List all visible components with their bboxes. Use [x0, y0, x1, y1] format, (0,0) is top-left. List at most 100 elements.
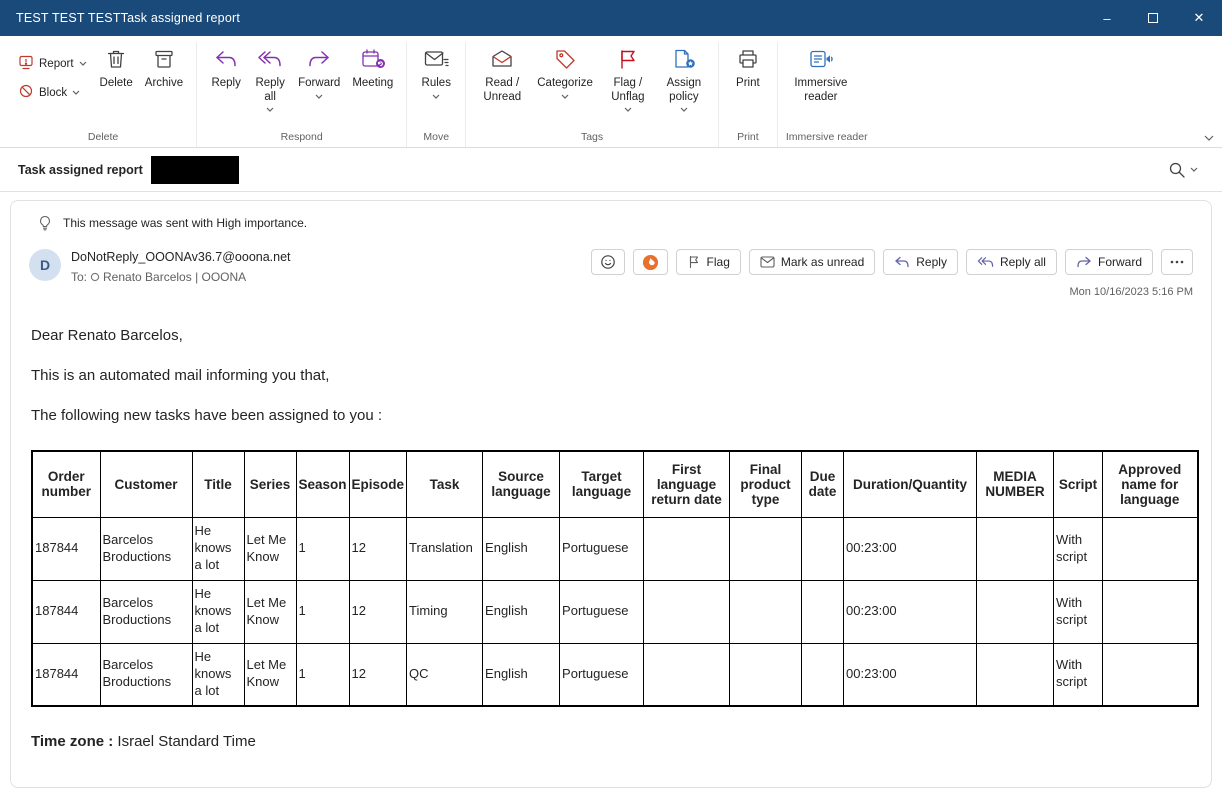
delete-icon: [104, 47, 128, 74]
ribbon-group-print: Print Print: [719, 42, 778, 147]
table-cell: QC: [407, 643, 483, 706]
reply-all-icon: [257, 47, 283, 74]
ribbon-group-tags: Read / Unread Categorize Flag / Unflag A…: [466, 42, 719, 147]
more-options-button[interactable]: [1161, 249, 1193, 275]
column-header: MEDIA NUMBER: [977, 451, 1054, 517]
table-header-row: Order numberCustomerTitleSeriesSeasonEpi…: [32, 451, 1198, 517]
table-cell: With script: [1054, 580, 1103, 643]
block-button[interactable]: Block: [18, 83, 87, 102]
table-cell: 00:23:00: [844, 517, 977, 580]
task-table: Order numberCustomerTitleSeriesSeasonEpi…: [31, 450, 1199, 707]
maximize-icon: [1148, 13, 1158, 23]
flag-message-button[interactable]: Flag: [676, 249, 741, 275]
subject-bar: Task assigned report: [0, 148, 1222, 192]
minimize-button[interactable]: –: [1084, 0, 1130, 36]
reply-all-button[interactable]: Reply all: [249, 42, 291, 114]
chevron-down-icon: [266, 107, 274, 112]
reply-all-label: Reply all: [1000, 255, 1046, 269]
table-cell: Portuguese: [560, 580, 644, 643]
read-unread-button[interactable]: Read / Unread: [474, 42, 530, 106]
forward-icon: [1076, 255, 1092, 269]
ribbon-group-move: Rules Move: [407, 42, 466, 147]
report-button[interactable]: Report: [18, 54, 87, 73]
table-cell: English: [483, 517, 560, 580]
magnifier-icon: [1168, 161, 1186, 179]
report-label: Report: [39, 58, 74, 70]
archive-button[interactable]: Archive: [140, 42, 188, 93]
sender-row: D DoNotReply_OOONAv36.7@ooona.net To: Re…: [29, 249, 1193, 298]
flag-icon: [616, 47, 640, 74]
reply-icon: [894, 255, 910, 269]
table-cell: [977, 580, 1054, 643]
column-header: Target language: [560, 451, 644, 517]
flag-unflag-button[interactable]: Flag / Unflag: [600, 42, 656, 114]
table-cell: [802, 517, 844, 580]
close-button[interactable]: ✕: [1176, 0, 1222, 36]
table-cell: With script: [1054, 517, 1103, 580]
table-body: 187844Barcelos BroductionsHe knows a lot…: [32, 517, 1198, 706]
immersive-reader-button[interactable]: Immersive reader: [786, 42, 856, 106]
reply-all-message-button[interactable]: Reply all: [966, 249, 1057, 275]
sender-address[interactable]: DoNotReply_OOONAv36.7@ooona.net: [71, 250, 291, 264]
recipient-name[interactable]: Renato Barcelos | OOONA: [103, 270, 246, 284]
chevron-down-icon: [315, 94, 323, 99]
zoom-button[interactable]: [1162, 157, 1204, 183]
group-label-move: Move: [415, 128, 457, 147]
column-header: Task: [407, 451, 483, 517]
categorize-button[interactable]: Categorize: [532, 42, 598, 101]
table-cell: 00:23:00: [844, 643, 977, 706]
reply-message-button[interactable]: Reply: [883, 249, 958, 275]
table-row: 187844Barcelos BroductionsHe knows a lot…: [32, 517, 1198, 580]
mark-unread-button[interactable]: Mark as unread: [749, 249, 875, 275]
emoji-reaction-button[interactable]: [591, 249, 625, 275]
print-button[interactable]: Print: [727, 42, 769, 93]
table-cell: [977, 517, 1054, 580]
column-header: Source language: [483, 451, 560, 517]
chevron-down-icon: [1190, 167, 1198, 172]
reply-all-icon: [977, 255, 994, 269]
avatar[interactable]: D: [29, 249, 61, 281]
meeting-label: Meeting: [352, 77, 393, 91]
table-row: 187844Barcelos BroductionsHe knows a lot…: [32, 643, 1198, 706]
group-label-print: Print: [727, 128, 769, 147]
to-label: To:: [71, 270, 87, 284]
chevron-down-icon: [79, 61, 87, 66]
table-cell: Portuguese: [560, 517, 644, 580]
envelope-icon: [760, 256, 775, 268]
collapse-ribbon-icon[interactable]: [1204, 135, 1214, 141]
importance-banner: This message was sent with High importan…: [11, 201, 1211, 231]
rules-button[interactable]: Rules: [415, 42, 457, 101]
message-card: This message was sent with High importan…: [10, 200, 1212, 788]
archive-label: Archive: [145, 77, 183, 91]
flag-unflag-label: Flag / Unflag: [605, 77, 651, 104]
block-icon: [18, 83, 34, 102]
table-cell: [802, 643, 844, 706]
forward-message-button[interactable]: Forward: [1065, 249, 1153, 275]
assign-policy-label: Assign policy: [663, 77, 705, 104]
table-cell: He knows a lot: [192, 517, 244, 580]
forward-button[interactable]: Forward: [293, 42, 345, 101]
table-cell: Portuguese: [560, 643, 644, 706]
delete-button[interactable]: Delete: [95, 42, 138, 93]
flag-label: Flag: [707, 255, 730, 269]
reactions-badge-button[interactable]: [633, 249, 668, 275]
group-label-immersive-reader: Immersive reader: [786, 128, 868, 147]
meeting-button[interactable]: Meeting: [347, 42, 398, 93]
table-cell: 12: [349, 580, 407, 643]
table-cell: 187844: [32, 643, 100, 706]
archive-icon: [152, 47, 176, 74]
group-label-delete: Delete: [18, 128, 188, 147]
table-cell: [644, 643, 730, 706]
chevron-down-icon: [432, 94, 440, 99]
table-cell: Translation: [407, 517, 483, 580]
table-cell: Let Me Know: [244, 517, 296, 580]
chevron-down-icon: [680, 107, 688, 112]
maximize-button[interactable]: [1130, 0, 1176, 36]
ribbon: Report Block Delete Archive Delete: [0, 36, 1222, 148]
reply-button[interactable]: Reply: [205, 42, 247, 93]
chevron-down-icon: [561, 94, 569, 99]
chevron-down-icon: [72, 90, 80, 95]
read-unread-icon: [489, 47, 515, 74]
assign-policy-button[interactable]: Assign policy: [658, 42, 710, 114]
flag-icon: [687, 255, 701, 269]
